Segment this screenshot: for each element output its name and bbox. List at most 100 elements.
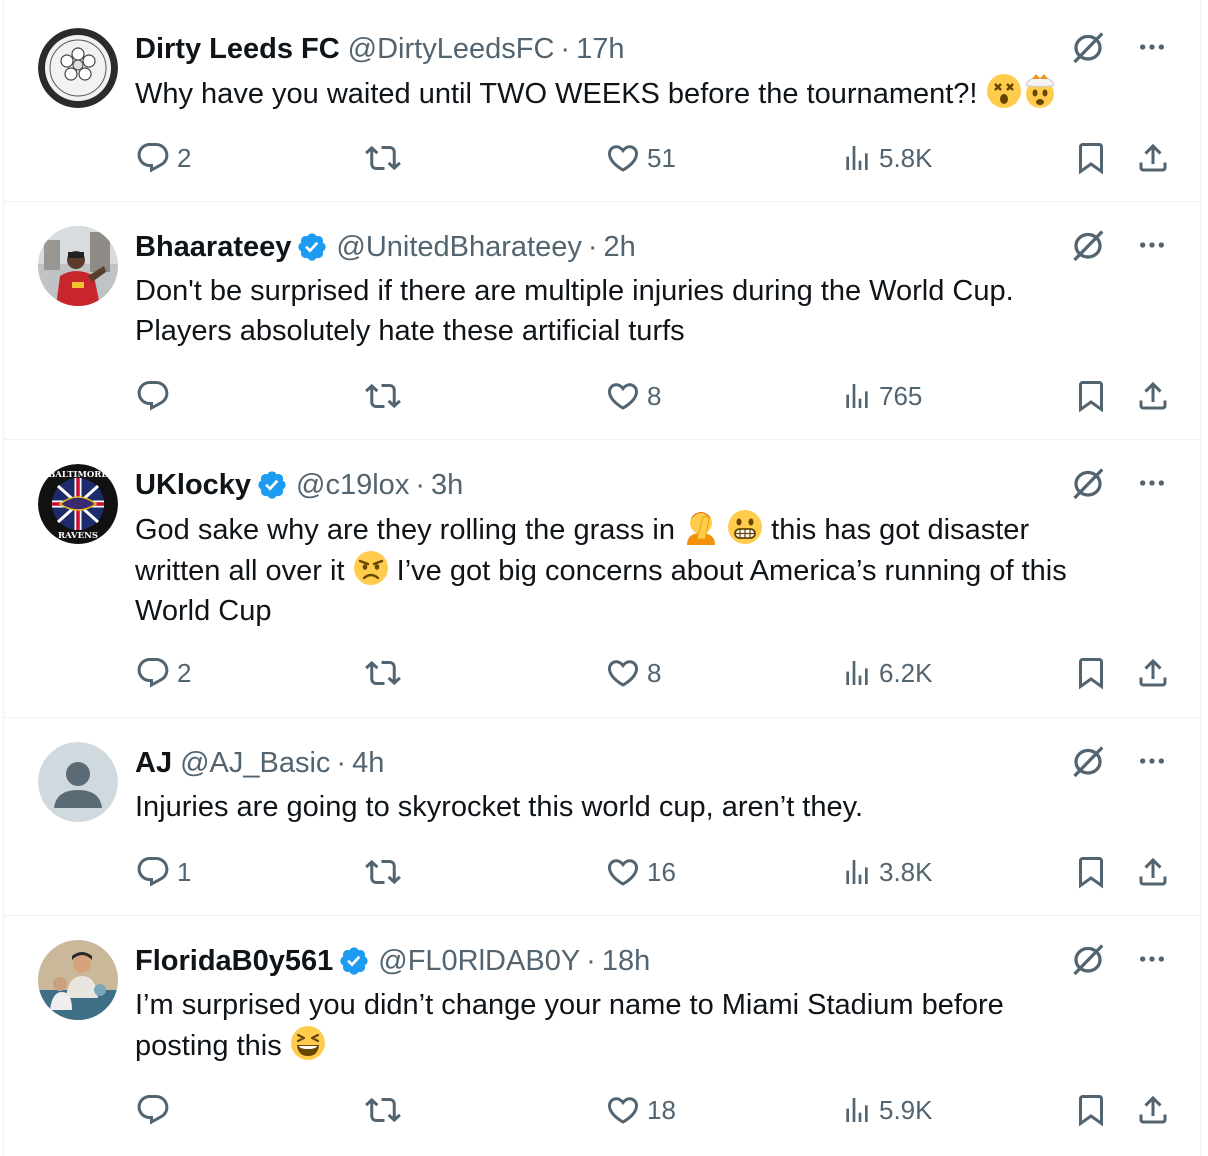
timestamp[interactable]: 3h xyxy=(431,465,463,505)
views-button[interactable]: 6.2K xyxy=(841,653,933,693)
separator-dot: · xyxy=(586,945,596,977)
display-name[interactable]: Bhaarateey xyxy=(135,227,291,267)
retweet-button[interactable] xyxy=(365,852,407,892)
tweet-header: AJ @AJ_Basic · 4h xyxy=(135,743,1080,783)
tweet-header: UKlocky @c19lox · 3h xyxy=(135,465,1080,505)
reply-button[interactable]: 1 xyxy=(135,852,191,892)
tweet-actions: 2 51 5.8K xyxy=(135,138,1170,178)
avatar[interactable] xyxy=(38,226,118,306)
reply-count: 1 xyxy=(177,856,192,887)
tweet-actions: 2 8 6.2K xyxy=(135,653,1170,693)
bookmark-button[interactable] xyxy=(1073,852,1109,892)
tweet-top-icons xyxy=(1070,941,1168,981)
retweet-button[interactable] xyxy=(365,376,407,416)
more-icon[interactable] xyxy=(1136,745,1168,782)
grok-icon[interactable] xyxy=(1070,465,1106,506)
reply-tweet-fl0rldab0y[interactable]: FloridaB0y561 @FL0RlDAB0Y · 18h I’m surp… xyxy=(4,916,1200,1156)
views-button[interactable]: 5.8K xyxy=(841,138,933,178)
retweet-button[interactable] xyxy=(365,1090,407,1130)
share-button[interactable] xyxy=(1135,1090,1171,1130)
user-handle[interactable]: @AJ_Basic xyxy=(180,743,330,783)
more-icon[interactable] xyxy=(1136,31,1168,68)
reply-count: 2 xyxy=(177,142,192,173)
avatar-text-bottom: RAVENS xyxy=(58,531,98,541)
tweet-text-part: this has got disaster xyxy=(763,514,1030,546)
like-button[interactable]: 8 xyxy=(605,376,661,416)
share-button[interactable] xyxy=(1135,376,1171,416)
verified-badge-icon[interactable] xyxy=(338,945,370,977)
like-button[interactable]: 51 xyxy=(605,138,676,178)
like-button[interactable]: 8 xyxy=(605,653,661,693)
more-icon[interactable] xyxy=(1136,229,1168,266)
avatar[interactable]: BALTIMORE RAVENS xyxy=(38,464,118,544)
display-name[interactable]: AJ xyxy=(135,743,172,783)
views-count: 5.8K xyxy=(879,142,933,173)
bookmark-button[interactable] xyxy=(1073,1090,1109,1130)
bookmark-button[interactable] xyxy=(1073,138,1109,178)
tweet-text-line: Injuries are going to skyrocket this wor… xyxy=(135,791,864,823)
tweet-text-line: written all over it I’ve got big concern… xyxy=(135,550,1140,591)
avatar[interactable] xyxy=(38,742,118,822)
share-button[interactable] xyxy=(1135,852,1171,892)
timestamp[interactable]: 18h xyxy=(602,941,650,981)
tweet-text-part: Why have you waited until TWO WEEKS befo… xyxy=(135,78,986,110)
user-handle[interactable]: @FL0RlDAB0Y xyxy=(378,941,580,981)
grok-icon[interactable] xyxy=(1070,743,1106,784)
tweet-actions: 18 5.9K xyxy=(135,1090,1170,1130)
grok-icon[interactable] xyxy=(1070,941,1106,982)
views-count: 6.2K xyxy=(879,657,933,688)
verified-badge-icon[interactable] xyxy=(296,231,328,263)
reply-tweet-aj-basic[interactable]: AJ @AJ_Basic · 4h Injuries are going to … xyxy=(4,718,1200,916)
display-name[interactable]: FloridaB0y561 xyxy=(135,941,333,981)
reply-tweet-unitedbharateey[interactable]: Bhaarateey @UnitedBharateey · 2h Don't b… xyxy=(4,202,1200,440)
user-handle[interactable]: @DirtyLeedsFC xyxy=(348,29,555,69)
views-button[interactable]: 3.8K xyxy=(841,852,933,892)
reply-button[interactable] xyxy=(135,376,177,416)
share-button[interactable] xyxy=(1135,138,1171,178)
more-icon[interactable] xyxy=(1136,467,1168,504)
reply-button[interactable] xyxy=(135,1090,177,1130)
display-name[interactable]: UKlocky xyxy=(135,465,251,505)
dizzy-face-emoji xyxy=(986,73,1022,109)
tweet-text-line: Players absolutely hate these artificial… xyxy=(135,315,685,347)
tweet-text: God sake why are they rolling the grass … xyxy=(135,509,1140,631)
tweet-text-line: God sake why are they rolling the grass … xyxy=(135,509,1140,550)
retweet-button[interactable] xyxy=(365,138,407,178)
tweet-text-line: posting this xyxy=(135,1025,1140,1066)
timestamp[interactable]: 17h xyxy=(576,29,624,69)
retweet-button[interactable] xyxy=(365,653,407,693)
tweet-text-part: posting this xyxy=(135,1030,290,1062)
reply-tweet-dirtyleedsfc[interactable]: Dirty Leeds FC @DirtyLeedsFC · 17h Why h… xyxy=(4,0,1200,202)
like-count: 8 xyxy=(647,380,662,411)
avatar[interactable] xyxy=(38,940,118,1020)
grok-icon[interactable] xyxy=(1070,227,1106,268)
views-button[interactable]: 765 xyxy=(841,376,922,416)
like-button[interactable]: 18 xyxy=(605,1090,676,1130)
tweet-text-line: Don't be surprised if there are multiple… xyxy=(135,275,1014,307)
views-button[interactable]: 5.9K xyxy=(841,1090,933,1130)
bookmark-button[interactable] xyxy=(1073,376,1109,416)
views-count: 5.9K xyxy=(879,1094,933,1125)
user-handle[interactable]: @UnitedBharateey xyxy=(336,227,581,267)
reply-button[interactable]: 2 xyxy=(135,138,191,178)
separator-dot: · xyxy=(415,469,425,501)
bookmark-button[interactable] xyxy=(1073,653,1109,693)
verified-badge-icon[interactable] xyxy=(256,469,288,501)
tweet-actions: 8 765 xyxy=(135,376,1170,416)
separator-dot: · xyxy=(587,231,598,263)
display-name[interactable]: Dirty Leeds FC xyxy=(135,29,340,69)
tweet-header: Dirty Leeds FC @DirtyLeedsFC · 17h xyxy=(135,29,1080,69)
share-button[interactable] xyxy=(1135,653,1171,693)
tweet-text: Don't be surprised if there are multiple… xyxy=(135,271,1140,351)
grok-icon[interactable] xyxy=(1070,29,1106,70)
timestamp[interactable]: 2h xyxy=(604,227,636,267)
user-handle[interactable]: @c19lox xyxy=(296,465,409,505)
reply-button[interactable]: 2 xyxy=(135,653,191,693)
avatar[interactable] xyxy=(38,28,118,108)
timestamp[interactable]: 4h xyxy=(352,743,384,783)
like-count: 16 xyxy=(647,856,676,887)
tweet-top-icons xyxy=(1070,743,1168,783)
reply-tweet-c19lox[interactable]: BALTIMORE RAVENS UKlocky @c19lox · 3h Go… xyxy=(4,440,1200,718)
like-button[interactable]: 16 xyxy=(605,852,676,892)
more-icon[interactable] xyxy=(1136,943,1168,980)
